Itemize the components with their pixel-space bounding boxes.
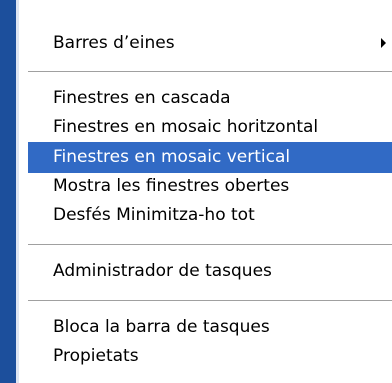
menu-item-cascade-windows[interactable]: Finestres en cascada [28, 83, 392, 114]
menu-item-toolbars[interactable]: Barres d’eines [28, 28, 392, 59]
taskbar-context-menu: Barres d’eines Finestres en cascada Fine… [0, 0, 392, 383]
menu-item-label: Finestres en mosaic horitzontal [53, 117, 319, 137]
menu-item-undo-minimize-all[interactable]: Desfés Minimitza-ho tot [28, 200, 392, 231]
menu-separator [28, 71, 392, 72]
menu-item-tile-horizontal[interactable]: Finestres en mosaic horitzontal [28, 112, 392, 143]
menu-item-label: Administrador de tasques [53, 261, 272, 281]
menu-item-label: Bloca la barra de tasques [53, 317, 270, 337]
menu-item-label: Mostra les finestres obertes [53, 176, 290, 196]
menu-item-label: Finestres en cascada [53, 88, 231, 108]
menu-item-label: Propietats [53, 346, 139, 366]
menu-item-tile-vertical[interactable]: Finestres en mosaic vertical [28, 142, 392, 173]
menu-item-label: Finestres en mosaic vertical [53, 147, 291, 167]
submenu-arrow-icon [381, 38, 386, 48]
menu-side-strip [0, 0, 16, 383]
menu-item-label: Desfés Minimitza-ho tot [53, 205, 255, 225]
menu-item-label: Barres d’eines [53, 33, 175, 53]
menu-item-task-manager[interactable]: Administrador de tasques [28, 256, 392, 287]
menu-separator [28, 300, 392, 301]
menu-side-strip-highlight [16, 0, 19, 383]
menu-item-properties[interactable]: Propietats [28, 341, 392, 372]
menu-item-show-open-windows[interactable]: Mostra les finestres obertes [28, 171, 392, 202]
menu-separator [28, 244, 392, 245]
menu-item-lock-taskbar[interactable]: Bloca la barra de tasques [28, 312, 392, 343]
